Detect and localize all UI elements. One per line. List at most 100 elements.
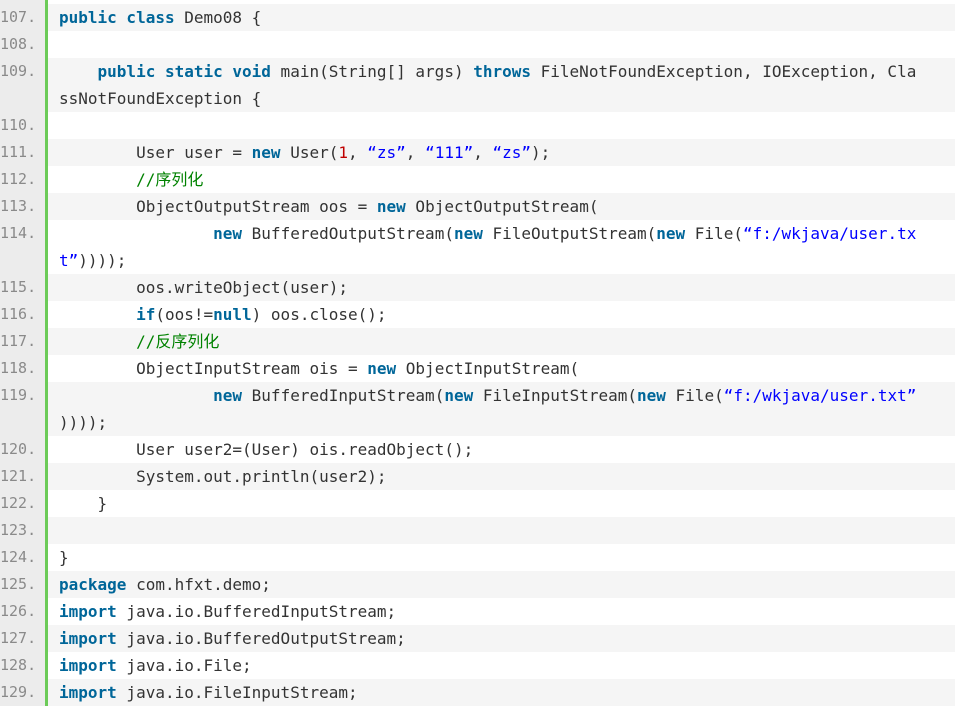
line-number: 128.: [0, 656, 37, 674]
code-text: }: [59, 494, 108, 513]
code-text: Demo08 {: [174, 8, 262, 27]
code-keyword: new: [453, 224, 483, 243]
code-text: ))));: [59, 413, 108, 432]
code-line-text: package com.hfxt.demo;: [48, 571, 955, 598]
code-line-text: ObjectInputStream ois = new ObjectInputS…: [48, 355, 955, 382]
line-number: [0, 85, 45, 112]
code-keyword: new: [376, 197, 406, 216]
code-string: t”: [59, 251, 79, 270]
code-text: FileOutputStream(: [482, 224, 657, 243]
code-line-text: //反序列化: [48, 328, 955, 355]
code-keyword: public static void: [97, 62, 271, 81]
code-line-text: //序列化: [48, 166, 955, 193]
code-keyword: if: [136, 305, 156, 324]
code-text: ObjectOutputStream oos =: [59, 197, 377, 216]
code-comment: //序列化: [136, 170, 204, 189]
code-text: (oos!=: [155, 305, 214, 324]
code-line-text: oos.writeObject(user);: [48, 274, 955, 301]
line-number: 111.: [0, 143, 37, 161]
code-line-text: System.out.println(user2);: [48, 463, 955, 490]
code-line: 119. new BufferedInputStream(new FileInp…: [0, 382, 955, 409]
line-number: 114.: [0, 224, 37, 242]
code-text: main(String[] args): [270, 62, 474, 81]
code-text: java.io.File;: [116, 656, 252, 675]
code-line-text: public class Demo08 {: [48, 4, 955, 31]
code-line: 129. import java.io.FileInputStream;: [0, 679, 955, 706]
code-line-text: ssNotFoundException {: [48, 85, 955, 112]
code-text: java.io.BufferedOutputStream;: [116, 629, 406, 648]
code-text: FileNotFoundException, IOException, Cla: [531, 62, 917, 81]
code-line: ssNotFoundException {: [0, 85, 955, 112]
code-line: 109. public static void main(String[] ar…: [0, 58, 955, 85]
line-number: 126.: [0, 602, 37, 620]
code-text: User user2=(User) ois.readObject();: [59, 440, 474, 459]
code-line: 115. oos.writeObject(user);: [0, 274, 955, 301]
code-line: 128. import java.io.File;: [0, 652, 955, 679]
code-line: 117. //反序列化: [0, 328, 955, 355]
code-text: );: [531, 143, 551, 162]
code-line-text: ObjectOutputStream oos = new ObjectOutpu…: [48, 193, 955, 220]
code-string: “zs”: [367, 143, 406, 162]
code-line: 110.: [0, 112, 955, 139]
code-line: 125. package com.hfxt.demo;: [0, 571, 955, 598]
line-number: [0, 409, 45, 436]
code-text: oos.writeObject(user);: [59, 278, 348, 297]
code-keyword: new: [213, 386, 243, 405]
line-number: 113.: [0, 197, 37, 215]
code-line-text: import java.io.BufferedOutputStream;: [48, 625, 955, 652]
code-text: File(: [665, 386, 724, 405]
line-number: 125.: [0, 575, 37, 593]
code-text: ,: [473, 143, 493, 162]
code-line-text: [48, 517, 955, 544]
code-keyword: null: [213, 305, 252, 324]
code-keyword: new: [656, 224, 686, 243]
code-line: 122. }: [0, 490, 955, 517]
line-number: [0, 247, 45, 274]
code-line-text: [48, 112, 955, 139]
code-keyword: new: [637, 386, 666, 405]
code-line: 123.: [0, 517, 955, 544]
line-number: 121.: [0, 467, 37, 485]
code-line: ))));: [0, 409, 955, 436]
code-comment: //反序列化: [136, 332, 220, 351]
code-keyword: import: [59, 683, 117, 702]
code-line-text: }: [48, 544, 955, 571]
code-text: java.io.BufferedInputStream;: [116, 602, 397, 621]
code-line: 126. import java.io.BufferedInputStream;: [0, 598, 955, 625]
line-number: 110.: [0, 116, 37, 134]
code-line-text: import java.io.File;: [48, 652, 955, 679]
code-line: t”))));: [0, 247, 955, 274]
line-number: 118.: [0, 359, 37, 377]
code-line: 124.}: [0, 544, 955, 571]
code-keyword: new: [213, 224, 243, 243]
code-line-text: new BufferedOutputStream(new FileOutputS…: [48, 220, 955, 247]
code-line-text: ))));: [48, 409, 955, 436]
code-text: com.hfxt.demo;: [126, 575, 271, 594]
code-viewer: 107. public class Demo08 {108. 109. publi…: [0, 0, 955, 706]
line-number: 120.: [0, 440, 37, 458]
line-number: 115.: [0, 278, 37, 296]
line-number: 107.: [0, 8, 37, 26]
line-number: 129.: [0, 683, 37, 701]
code-text: BufferedOutputStream(: [242, 224, 454, 243]
code-line-text: if(oos!=null) oos.close();: [48, 301, 955, 328]
code-text: User user =: [59, 143, 252, 162]
code-line-text: import java.io.FileInputStream;: [48, 679, 955, 706]
code-line-text: t”))));: [48, 247, 955, 274]
code-line: 118. ObjectInputStream ois = new ObjectI…: [0, 355, 955, 382]
code-line: 114. new BufferedOutputStream(new FileOu…: [0, 220, 955, 247]
code-line: 107. public class Demo08 {: [0, 4, 955, 31]
code-line-text: public static void main(String[] args) t…: [48, 58, 955, 85]
code-line-text: import java.io.BufferedInputStream;: [48, 598, 955, 625]
code-keyword: public class: [59, 8, 175, 27]
code-string: “111”: [425, 143, 474, 162]
code-line-text: new BufferedInputStream(new FileInputStr…: [48, 382, 955, 409]
code-keyword: new: [367, 359, 397, 378]
line-number: 124.: [0, 548, 37, 566]
code-text: User(: [280, 143, 339, 162]
line-number: 109.: [0, 62, 37, 80]
